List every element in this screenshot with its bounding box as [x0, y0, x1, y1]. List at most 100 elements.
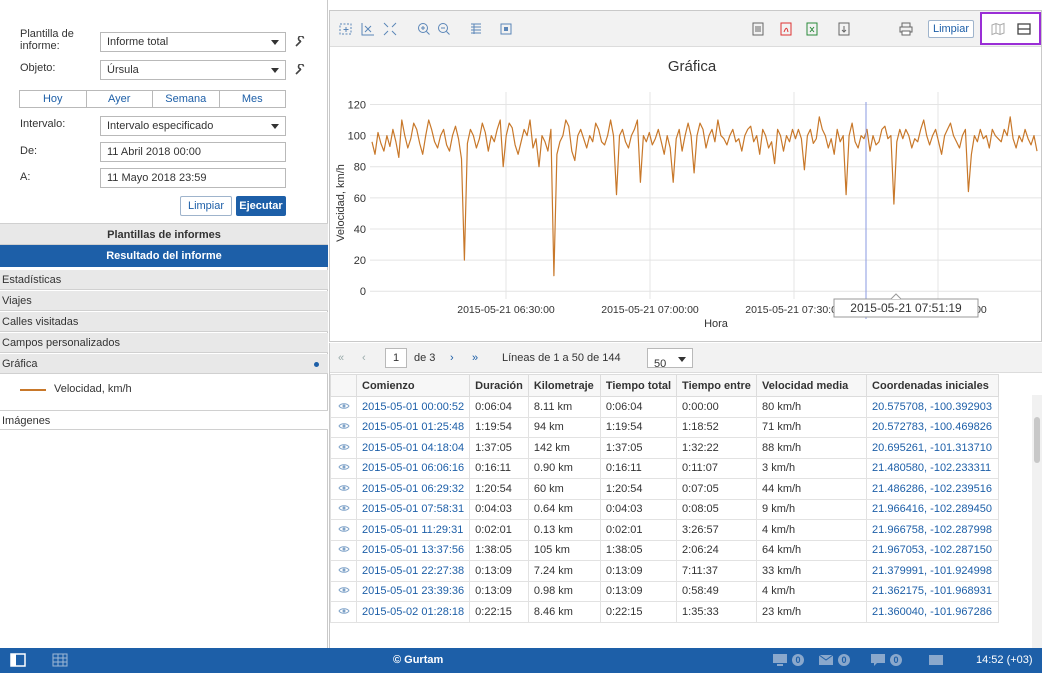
table-row[interactable]: 2015-05-01 00:00:52 0:06:04 8.11 km 0:06:04…: [330, 396, 1000, 418]
chart-clear-button[interactable]: Limpiar: [928, 20, 974, 38]
prev-page-icon[interactable]: ‹: [362, 352, 366, 364]
run-button[interactable]: Ejecutar: [236, 196, 286, 216]
period-week-button[interactable]: Semana: [152, 90, 220, 108]
eye-icon[interactable]: [330, 539, 357, 561]
section-chart[interactable]: Gráfica: [0, 354, 328, 374]
column-header[interactable]: Comienzo: [355, 374, 471, 397]
eye-icon[interactable]: [330, 457, 357, 479]
from-date-input[interactable]: 11 Abril 2018 00:00: [100, 142, 286, 162]
coordinates-link[interactable]: 20.572783, -100.469826: [866, 416, 1000, 438]
start-time-link[interactable]: 2015-05-01 11:29:31: [355, 519, 471, 541]
reset-zoom-icon[interactable]: [382, 21, 398, 37]
template-select[interactable]: Informe total: [100, 32, 286, 52]
table-row[interactable]: 2015-05-01 23:39:36 0:13:09 0.98 km 0:13:09…: [330, 580, 1000, 602]
zoom-x-icon[interactable]: [360, 21, 376, 37]
object-select[interactable]: Úrsula: [100, 60, 286, 80]
chat-icon[interactable]: [870, 653, 886, 667]
column-header[interactable]: Tiempo entre: [676, 374, 758, 397]
coordinates-link[interactable]: 20.695261, -101.313710: [866, 437, 1000, 459]
page-number-input[interactable]: 1: [385, 348, 407, 368]
start-time-link[interactable]: 2015-05-01 23:39:36: [355, 580, 471, 602]
start-time-link[interactable]: 2015-05-01 07:58:31: [355, 498, 471, 520]
mail-icon[interactable]: [818, 653, 834, 667]
clear-button[interactable]: Limpiar: [180, 196, 232, 216]
eye-icon[interactable]: [330, 580, 357, 602]
monitor-icon[interactable]: [772, 653, 788, 667]
coordinates-link[interactable]: 21.480580, -102.233311: [866, 457, 1000, 479]
keyboard-icon[interactable]: [928, 653, 944, 667]
templates-header[interactable]: Plantillas de informes: [0, 223, 328, 245]
eye-icon[interactable]: [330, 519, 357, 541]
section-trips[interactable]: Viajes: [0, 291, 328, 311]
eye-icon[interactable]: [330, 601, 357, 623]
coordinates-link[interactable]: 21.360040, -101.967286: [866, 601, 1000, 623]
scrollbar-thumb[interactable]: [1034, 417, 1040, 463]
settings-square-icon[interactable]: [498, 21, 514, 37]
map-icon[interactable]: [990, 21, 1006, 37]
section-custom-fields[interactable]: Campos personalizados: [0, 333, 328, 353]
interval-select[interactable]: Intervalo especificado: [100, 116, 286, 136]
section-streets[interactable]: Calles visitadas: [0, 312, 328, 332]
column-header[interactable]: Velocidad media: [756, 374, 868, 397]
result-header[interactable]: Resultado del informe: [0, 245, 328, 267]
table-row[interactable]: 2015-05-01 06:29:32 1:20:54 60 km 1:20:54 0:…: [330, 478, 1000, 500]
period-yesterday-button[interactable]: Ayer: [85, 90, 153, 108]
section-statistics[interactable]: Estadísticas: [0, 270, 328, 290]
coordinates-link[interactable]: 21.486286, -102.239516: [866, 478, 1000, 500]
messages-badge[interactable]: 0: [838, 654, 850, 666]
column-header[interactable]: Duración: [469, 374, 529, 397]
coordinates-link[interactable]: 21.966416, -102.289450: [866, 498, 1000, 520]
document-icon[interactable]: [750, 21, 766, 37]
chat-badge[interactable]: 0: [890, 654, 902, 666]
coordinates-link[interactable]: 21.967053, -102.287150: [866, 539, 1000, 561]
eye-icon[interactable]: [330, 498, 357, 520]
zoom-in-icon[interactable]: [416, 21, 432, 37]
wrench-icon[interactable]: [294, 36, 306, 48]
notifications-badge[interactable]: 0: [792, 654, 804, 666]
wrench-icon[interactable]: [294, 64, 306, 76]
export-icon[interactable]: [836, 21, 852, 37]
table-row[interactable]: 2015-05-02 01:28:18 0:22:15 8.46 km 0:22:15…: [330, 601, 1000, 623]
zoom-out-icon[interactable]: [436, 21, 452, 37]
period-today-button[interactable]: Hoy: [19, 90, 87, 108]
start-time-link[interactable]: 2015-05-01 06:29:32: [355, 478, 471, 500]
column-header[interactable]: Tiempo total: [599, 374, 678, 397]
eye-icon[interactable]: [330, 478, 357, 500]
table-view-icon[interactable]: [468, 21, 484, 37]
panel-toggle-icon[interactable]: [10, 653, 26, 667]
first-page-icon[interactable]: «: [338, 352, 344, 364]
column-header[interactable]: Kilometraje: [527, 374, 601, 397]
start-time-link[interactable]: 2015-05-01 00:00:52: [355, 396, 471, 418]
split-layout-icon[interactable]: [1016, 21, 1032, 37]
start-time-link[interactable]: 2015-05-01 04:18:04: [355, 437, 471, 459]
zoom-select-icon[interactable]: [338, 21, 354, 37]
start-time-link[interactable]: 2015-05-02 01:28:18: [355, 601, 471, 623]
vertical-scrollbar[interactable]: [1032, 395, 1042, 648]
table-row[interactable]: 2015-05-01 06:06:16 0:16:11 0.90 km 0:16:11…: [330, 457, 1000, 479]
start-time-link[interactable]: 2015-05-01 13:37:56: [355, 539, 471, 561]
next-page-icon[interactable]: ›: [450, 352, 454, 364]
eye-icon[interactable]: [330, 560, 357, 582]
eye-icon[interactable]: [330, 396, 357, 418]
excel-icon[interactable]: [804, 21, 820, 37]
page-size-select[interactable]: 50: [647, 348, 693, 370]
pdf-icon[interactable]: [778, 21, 794, 37]
coordinates-link[interactable]: 21.362175, -101.968931: [866, 580, 1000, 602]
start-time-link[interactable]: 2015-05-01 01:25:48: [355, 416, 471, 438]
table-row[interactable]: 2015-05-01 01:25:48 1:19:54 94 km 1:19:54 1:…: [330, 416, 1000, 438]
eye-icon[interactable]: [330, 416, 357, 438]
period-month-button[interactable]: Mes: [218, 90, 286, 108]
coordinates-link[interactable]: 21.966758, -102.287998: [866, 519, 1000, 541]
grid-apps-icon[interactable]: [52, 653, 68, 667]
start-time-link[interactable]: 2015-05-01 22:27:38: [355, 560, 471, 582]
section-images[interactable]: Imágenes: [0, 410, 328, 430]
start-time-link[interactable]: 2015-05-01 06:06:16: [355, 457, 471, 479]
column-header[interactable]: Coordenadas iniciales: [866, 374, 1000, 397]
table-row[interactable]: 2015-05-01 13:37:56 1:38:05 105 km 1:38:05 2…: [330, 539, 1000, 561]
coordinates-link[interactable]: 20.575708, -100.392903: [866, 396, 1000, 418]
speed-chart[interactable]: Gráfica 0 20 40 60 80 100 120 2015-05-21 06:30…: [330, 47, 1041, 341]
table-row[interactable]: 2015-05-01 07:58:31 0:04:03 0.64 km 0:04:03…: [330, 498, 1000, 520]
to-date-input[interactable]: 11 Mayo 2018 23:59: [100, 168, 286, 188]
table-row[interactable]: 2015-05-01 04:18:04 1:37:05 142 km 1:37:05 1…: [330, 437, 1000, 459]
coordinates-link[interactable]: 21.379991, -101.924998: [866, 560, 1000, 582]
